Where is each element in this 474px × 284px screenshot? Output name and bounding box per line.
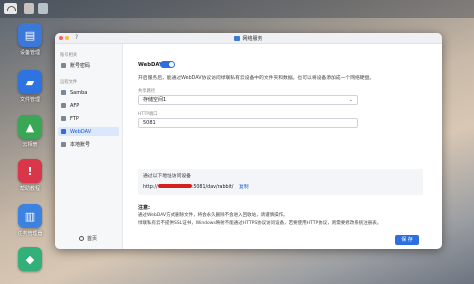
- sidebar-item-local-account[interactable]: 本地账号: [58, 140, 119, 149]
- webdav-settings-panel: WebDAV 开启服务后，能通过WebDAV协议访问绿联私有云设备中的文件夹和数…: [124, 44, 442, 249]
- desktop-icon-task-manager[interactable]: ▥ 任务管理器: [10, 204, 50, 237]
- sidebar-item-account-password[interactable]: 账号密码: [58, 61, 119, 70]
- sidebar: 账号相关 账号密码 远程文件 Samba AFP FTP WebDAV 本地账号: [55, 44, 123, 249]
- desktop-icon-help[interactable]: ! 帮助教程: [10, 159, 50, 192]
- sidebar-item-samba[interactable]: Samba: [58, 88, 119, 97]
- share-path-select[interactable]: 存储空间1 ⌄: [138, 95, 358, 105]
- home-icon: [79, 236, 84, 241]
- photos-icon: ▲: [18, 115, 42, 139]
- samba-icon: [61, 90, 66, 95]
- desktop-icon-photos[interactable]: ▲ 云相册: [10, 115, 50, 148]
- copy-link[interactable]: 复制: [239, 185, 249, 190]
- sidebar-item-label: Samba: [70, 89, 88, 96]
- sidebar-item-ftp[interactable]: FTP: [58, 114, 119, 123]
- window-title-text: 网络服务: [242, 36, 263, 42]
- desktop-icon-label: 任务管理器: [17, 231, 43, 237]
- sidebar-item-label: AFP: [70, 102, 80, 109]
- account-icon: [61, 63, 66, 68]
- wifi-icon[interactable]: [4, 3, 17, 14]
- taskbar-thumbnail[interactable]: [24, 3, 34, 14]
- desktop-top-bar: [0, 0, 474, 18]
- folder-icon: ▰: [18, 70, 42, 94]
- url-suffix: :5081/dav/rabbit/: [191, 185, 234, 190]
- desktop-icon-label: 帮助教程: [19, 186, 40, 192]
- access-url-hint: 通过以下地址访问设备: [143, 174, 191, 179]
- save-button[interactable]: 保 存: [395, 235, 419, 245]
- home-label: 首页: [87, 236, 98, 242]
- share-path-value: 存储空间1: [143, 97, 167, 103]
- window-title: 网络服务: [55, 35, 442, 42]
- sidebar-item-label: WebDAV: [70, 128, 92, 135]
- url-prefix: http://: [143, 185, 158, 190]
- sidebar-section-account: 账号相关: [60, 53, 78, 58]
- access-url: http:// :5081/dav/rabbit/ 复制: [143, 183, 249, 190]
- help-icon: !: [18, 159, 42, 183]
- home-button[interactable]: 首页: [79, 235, 97, 242]
- window-titlebar[interactable]: ? 网络服务: [55, 33, 442, 44]
- sidebar-item-label: FTP: [70, 115, 79, 122]
- app-icon: ◆: [18, 247, 42, 271]
- desktop-icon-file-manager[interactable]: ▰ 文件管理: [10, 70, 50, 103]
- webdav-icon: [61, 129, 66, 134]
- sidebar-item-afp[interactable]: AFP: [58, 101, 119, 110]
- note-ssl: 绿联私有云不提供SSL证书，Windows映射不能通过HTTPS协议访问设备，若…: [138, 221, 382, 226]
- notes-title: 注意:: [138, 205, 150, 211]
- desktop-icon-app[interactable]: ◆: [10, 247, 50, 271]
- sidebar-item-label: 账号密码: [70, 63, 91, 69]
- task-manager-icon: ▥: [18, 204, 42, 228]
- chevron-down-icon: ⌄: [348, 97, 353, 103]
- desktop-icon-device-manager[interactable]: ▤ 设备管理: [10, 23, 50, 56]
- http-port-input[interactable]: 5081: [138, 118, 358, 128]
- desktop-icon-label: 云相册: [22, 142, 38, 148]
- sidebar-item-webdav[interactable]: WebDAV: [58, 127, 119, 136]
- note-delete: 通过WebDAV方式删除文件，将会永久删除不会进入回收站，请谨慎操作。: [138, 213, 288, 218]
- redacted-host: [157, 184, 192, 188]
- ftp-icon: [61, 116, 66, 121]
- sidebar-item-label: 本地账号: [70, 142, 91, 148]
- afp-icon: [61, 103, 66, 108]
- webdav-toggle[interactable]: [160, 61, 175, 68]
- local-account-icon: [61, 142, 66, 147]
- webdav-description: 开启服务后，能通过WebDAV协议访问绿联私有云设备中的文件夹和数据。也可以将设…: [138, 76, 375, 81]
- sidebar-section-files: 远程文件: [60, 80, 78, 85]
- http-port-value: 5081: [143, 120, 156, 126]
- http-port-label: HTTP端口: [138, 112, 158, 117]
- taskbar-thumbnail[interactable]: [38, 3, 48, 14]
- storage-icon: ▤: [18, 23, 42, 47]
- network-icon: [234, 36, 241, 41]
- desktop-icon-label: 设备管理: [19, 50, 40, 56]
- desktop-icon-label: 文件管理: [19, 97, 40, 103]
- share-path-label: 共享路径: [138, 89, 156, 94]
- network-service-window: ? 网络服务 账号相关 账号密码 远程文件 Samba AFP FTP WebD…: [55, 33, 442, 249]
